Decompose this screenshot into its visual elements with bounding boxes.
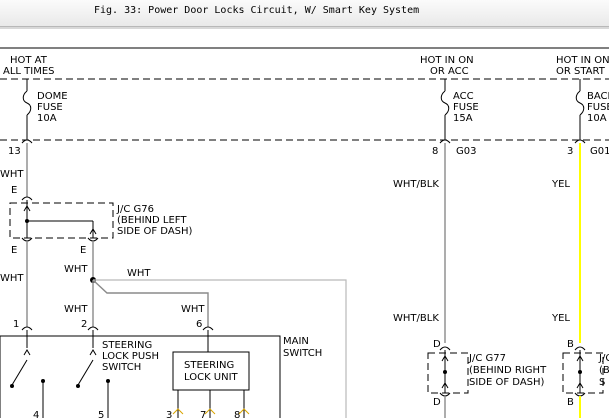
wht-left-mid-label: WHT <box>0 273 24 284</box>
jc-g77-dot <box>443 370 447 374</box>
yel-top-label: YEL <box>551 179 570 190</box>
hot-at-all-times-line2: ALL TIMES <box>3 66 55 77</box>
bottom-pin-4: 4 <box>33 410 39 418</box>
pin-2-label: 2 <box>81 319 87 330</box>
pin-2-connector <box>87 326 99 331</box>
jc-right-label-2: (B <box>599 365 609 376</box>
back-fuse-label-2: FUSE <box>587 102 609 113</box>
pin-6-label: 6 <box>196 319 202 330</box>
main-switch-label-1: MAIN <box>283 336 309 347</box>
jc-g77-label-1: J/C G77 <box>468 353 506 364</box>
wht-left-top-label: WHT <box>0 169 24 180</box>
jc-g77-label-2: (BEHIND RIGHT <box>469 365 547 376</box>
back-fuse-label-1: BACK <box>587 91 609 102</box>
switch-post-2-dot <box>106 379 110 383</box>
d-bottom-label: D <box>433 397 441 408</box>
window-titlebar: Fig. 33: Power Door Locks Circuit, W/ Sm… <box>0 0 609 27</box>
pin-6-connector <box>202 326 214 331</box>
steering-lock-push-switch-1: STEERING <box>102 340 152 351</box>
pin-3-label: 3 <box>567 146 573 157</box>
switch-post-1-dot <box>41 379 45 383</box>
wiring-diagram: HOT AT ALL TIMES HOT IN ON OR ACC HOT IN… <box>0 47 609 418</box>
jc-g76-top-connector <box>21 196 33 201</box>
jc-g76-label-1: J/C G76 <box>116 204 154 215</box>
pin-1-label: 1 <box>13 319 19 330</box>
jc-right-label-1: J/C <box>598 353 609 364</box>
switch-contact-1-dot <box>10 384 14 388</box>
acc-fuse-label-1: ACC <box>453 91 474 102</box>
pin-8-label: 8 <box>432 146 438 157</box>
jc-right-label-3: S <box>599 377 605 388</box>
pin-13-label: 13 <box>8 146 21 157</box>
hot-in-on-acc-line1: HOT IN ON <box>420 55 474 66</box>
dome-fuse-label-2: FUSE <box>37 102 63 113</box>
wht-pin6-label: WHT <box>181 304 205 315</box>
switch-contact-1 <box>11 359 28 386</box>
back-fuse-label-3: 10A <box>587 113 607 124</box>
jc-g77-box <box>427 352 469 394</box>
hot-at-all-times-line1: HOT AT <box>10 55 48 66</box>
acc-fuse-symbol <box>440 90 450 116</box>
d-top-label: D <box>433 339 441 350</box>
pin-1-connector <box>21 326 33 331</box>
jc-g76-label-2: (BEHIND LEFT <box>117 215 187 226</box>
jc-g76-label-3: SIDE OF DASH) <box>117 226 193 237</box>
acc-fuse-label-2: FUSE <box>453 102 479 113</box>
dome-fuse-label-3: 10A <box>37 113 57 124</box>
main-switch-label-2: SWITCH <box>283 348 322 359</box>
b-bottom-label: B <box>567 397 574 408</box>
bottom-pin-3: 3 <box>166 410 172 418</box>
steering-lock-unit-box <box>172 351 250 391</box>
dome-fuse-label-1: DOME <box>37 91 68 102</box>
wht-junction-right-label: WHT <box>127 268 151 279</box>
b-top-label: B <box>567 339 574 350</box>
jc-g77-label-3: SIDE OF DASH) <box>469 377 545 388</box>
pin-g01-label: G01 <box>590 146 609 157</box>
jc-right-box <box>562 352 604 394</box>
jc-g77-top-connector <box>439 346 451 351</box>
pin-g03-label: G03 <box>456 146 476 157</box>
jc-g76-junction-dot <box>25 219 29 223</box>
pin2-arrow <box>89 349 97 356</box>
hot-in-on-start-line1: HOT IN ON <box>556 55 609 66</box>
titlebar-border <box>0 27 609 29</box>
wht-blk-top-label: WHT/BLK <box>393 179 439 190</box>
jc-right-dot <box>578 370 582 374</box>
wht-junction-left-label: WHT <box>64 264 88 275</box>
e-bottom-left-label: E <box>11 245 17 256</box>
hot-in-on-start-line2: OR START <box>556 66 606 77</box>
wht-pin2-label: WHT <box>64 304 88 315</box>
switch-contact-2 <box>77 359 94 386</box>
window-title: Fig. 33: Power Door Locks Circuit, W/ Sm… <box>94 5 420 16</box>
e-top-label: E <box>11 185 17 196</box>
pin1-arrow <box>23 349 31 356</box>
steering-lock-push-switch-2: LOCK PUSH <box>102 351 159 362</box>
dome-fuse-symbol <box>22 90 32 116</box>
acc-fuse-label-3: 15A <box>453 113 473 124</box>
hot-in-on-acc-line2: OR ACC <box>430 66 469 77</box>
steering-lock-push-switch-3: SWITCH <box>102 362 141 373</box>
back-fuse-symbol <box>575 90 585 116</box>
switch-contact-2-dot <box>76 384 80 388</box>
yel-bottom-label: YEL <box>551 313 570 324</box>
diagram-window: Fig. 33: Power Door Locks Circuit, W/ Sm… <box>0 0 609 418</box>
e-bottom-right-label: E <box>80 245 86 256</box>
jc-right-top-connector <box>574 346 586 351</box>
steering-lock-unit-label-1: STEERING <box>184 360 234 371</box>
wht-blk-bottom-label: WHT/BLK <box>393 313 439 324</box>
steering-lock-unit-label-2: LOCK UNIT <box>184 372 239 383</box>
bottom-pin-5: 5 <box>98 410 104 418</box>
